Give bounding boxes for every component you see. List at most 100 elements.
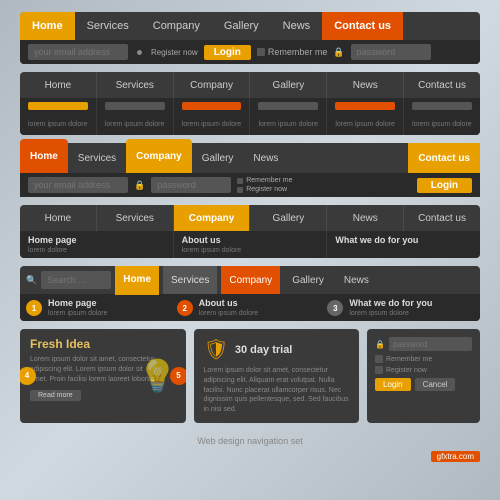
nav3-register-label: Register now xyxy=(246,186,287,193)
navbar-5: 🔍 Home Services Company Gallery News 1 H… xyxy=(20,266,480,321)
nav5-sub-content-1: Home page lorem ipsum dolore xyxy=(48,298,108,317)
nav3-home[interactable]: Home xyxy=(20,139,68,173)
form-buttons: Login Cancel xyxy=(375,378,472,391)
nav3-contact[interactable]: Contact us xyxy=(408,143,480,173)
nav5-num-3: 3 xyxy=(327,300,343,316)
sub-label-orange xyxy=(182,102,242,110)
nav3-services[interactable]: Services xyxy=(68,143,126,173)
nav2-home[interactable]: Home xyxy=(20,72,97,98)
nav4-contact[interactable]: Contact us xyxy=(404,205,480,231)
nav5-sub-text-1: lorem ipsum dolore xyxy=(48,310,108,317)
fresh-idea-title: Fresh Idea xyxy=(30,337,176,351)
navbar-4: Home Services Company Gallery News Conta… xyxy=(20,205,480,258)
navbar-2-menu: Home Services Company Gallery News Conta… xyxy=(20,72,480,98)
nav1-news[interactable]: News xyxy=(271,12,323,40)
nav4-services[interactable]: Services xyxy=(97,205,174,231)
read-more-button[interactable]: Read more xyxy=(30,390,81,401)
nav5-sub-2: 2 About us lorem ipsum dolore xyxy=(177,298,324,317)
nav3-checkbox-icon xyxy=(237,178,243,184)
form-remember-label: Remember me xyxy=(386,356,432,363)
form-lock-icon: 🔒 xyxy=(375,340,385,349)
nav3-password-input[interactable] xyxy=(151,177,231,193)
nav5-sub-3: 3 What we do for you lorem ipsum dolore xyxy=(327,298,474,317)
sub-text-3: lorem ipsum dolore xyxy=(182,121,242,128)
nav4-gallery[interactable]: Gallery xyxy=(250,205,327,231)
nav2-sub-1: lorem ipsum dolore xyxy=(20,98,97,135)
password-input[interactable] xyxy=(351,44,431,60)
nav5-gallery[interactable]: Gallery xyxy=(284,266,332,294)
nav4-company[interactable]: Company xyxy=(174,205,251,231)
nav3-email-input[interactable] xyxy=(28,177,128,193)
cards-row: 4 5 Fresh Idea Lorem ipsum dolor sit ame… xyxy=(20,329,480,423)
form-checkbox-1[interactable] xyxy=(375,355,383,363)
nav4-sub-text-2: lorem ipsum dolore xyxy=(182,247,319,254)
navbar-2: Home Services Company Gallery News Conta… xyxy=(20,72,480,135)
watermark-text: Web design navigation set xyxy=(197,436,302,446)
nav2-contact[interactable]: Contact us xyxy=(404,72,480,98)
navbar-5-subs: 1 Home page lorem ipsum dolore 2 About u… xyxy=(20,294,480,321)
nav5-search-input[interactable] xyxy=(41,271,111,289)
nav4-news[interactable]: News xyxy=(327,205,404,231)
email-input[interactable] xyxy=(28,44,128,60)
nav5-news[interactable]: News xyxy=(336,266,377,294)
remember-me-check[interactable]: Remember me xyxy=(257,47,328,57)
form-login-button[interactable]: Login xyxy=(375,378,411,391)
nav1-company[interactable]: Company xyxy=(141,12,212,40)
form-password-row: 🔒 xyxy=(375,337,472,351)
navbar-4-subs: Home page lorem dolore About us lorem ip… xyxy=(20,231,480,258)
nav1-contact[interactable]: Contact us xyxy=(322,12,403,40)
nav5-company[interactable]: Company xyxy=(221,266,280,294)
sub-label-orange2 xyxy=(335,102,395,110)
nav5-home[interactable]: Home xyxy=(115,266,159,295)
nav1-gallery[interactable]: Gallery xyxy=(212,12,271,40)
nav5-services[interactable]: Services xyxy=(163,266,217,294)
nav3-company[interactable]: Company xyxy=(126,139,192,173)
sub-label-gray xyxy=(105,102,165,110)
separator-dot xyxy=(137,50,142,55)
nav3-checks: Remember me Register now xyxy=(237,177,292,193)
nav5-sub-title-2: About us xyxy=(199,298,259,308)
nav3-register-check[interactable]: Register now xyxy=(237,186,292,193)
sub-text-6: lorem ipsum dolore xyxy=(412,121,472,128)
sub-text-5: lorem ipsum dolore xyxy=(335,121,395,128)
navbar-5-menu: 🔍 Home Services Company Gallery News xyxy=(20,266,480,294)
login-button[interactable]: Login xyxy=(204,45,251,60)
navbar-2-subs: lorem ipsum dolore lorem ipsum dolore lo… xyxy=(20,98,480,135)
nav4-sub-text-1: lorem dolore xyxy=(28,247,165,254)
form-password-input[interactable] xyxy=(389,337,472,351)
nav2-sub-5: lorem ipsum dolore xyxy=(327,98,404,135)
lock-icon: 🔒 xyxy=(333,47,344,58)
register-link[interactable]: Register now xyxy=(151,48,198,57)
form-register-row[interactable]: Register now xyxy=(375,366,472,374)
form-remember-row[interactable]: Remember me xyxy=(375,355,472,363)
navbar-1: Home Services Company Gallery News Conta… xyxy=(20,12,480,64)
sub-label-gray2 xyxy=(258,102,318,110)
trial-header: 🛡 30 day trial xyxy=(204,337,350,362)
nav2-services[interactable]: Services xyxy=(97,72,174,98)
form-cancel-button[interactable]: Cancel xyxy=(415,378,456,391)
card-trial: 🛡 30 day trial Lorem ipsum dolor sit ame… xyxy=(194,329,360,423)
sub-text-1: lorem ipsum dolore xyxy=(28,121,88,128)
gfxtra-row: gfxtra.com xyxy=(20,451,480,462)
nav5-sub-text-2: lorem ipsum dolore xyxy=(199,310,259,317)
nav2-company[interactable]: Company xyxy=(174,72,251,98)
nav3-gallery[interactable]: Gallery xyxy=(192,143,244,173)
form-checkbox-2[interactable] xyxy=(375,366,383,374)
nav5-sub-title-1: Home page xyxy=(48,298,108,308)
nav1-services[interactable]: Services xyxy=(75,12,141,40)
nav2-gallery[interactable]: Gallery xyxy=(250,72,327,98)
nav4-sub-3: What we do for you xyxy=(327,231,480,258)
nav5-num-1: 1 xyxy=(26,300,42,316)
nav3-news[interactable]: News xyxy=(243,143,288,173)
nav2-sub-3: lorem ipsum dolore xyxy=(174,98,251,135)
navbar-1-menu: Home Services Company Gallery News Conta… xyxy=(20,12,480,40)
nav4-sub-title-2: About us xyxy=(182,235,319,245)
shield-icon: 🛡 xyxy=(204,337,229,362)
card-form: 🔒 Remember me Register now Login Cancel xyxy=(367,329,480,423)
nav3-remember-check[interactable]: Remember me xyxy=(237,177,292,184)
nav2-news[interactable]: News xyxy=(327,72,404,98)
nav4-sub-2: About us lorem ipsum dolore xyxy=(174,231,328,258)
nav4-home[interactable]: Home xyxy=(20,205,97,231)
nav3-login-button[interactable]: Login xyxy=(417,178,472,193)
nav1-home[interactable]: Home xyxy=(20,12,75,40)
